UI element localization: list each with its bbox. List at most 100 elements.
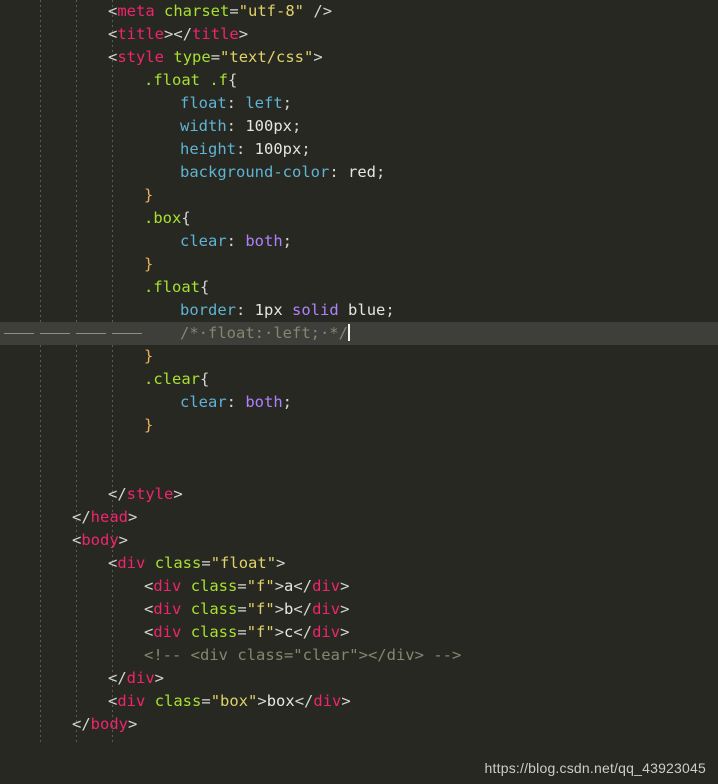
token-text: b [284, 600, 294, 618]
token-punc: : [226, 232, 246, 250]
token-punc [164, 48, 173, 66]
token-punc: > [128, 715, 138, 733]
code-line[interactable]: </style> [0, 483, 718, 506]
token-punc: = [210, 48, 221, 66]
code-line[interactable]: background-color: red; [0, 161, 718, 184]
token-sel: .box [144, 209, 182, 227]
token-punc: </ [293, 623, 313, 641]
code-line-text: </style> [0, 483, 183, 506]
token-str: "f" [246, 623, 275, 641]
token-punc: > [128, 508, 138, 526]
token-punc: : [236, 140, 255, 158]
code-line[interactable]: <!-- <div class="clear"></div> --> [0, 644, 718, 667]
token-punc [283, 301, 292, 319]
token-punc: { [181, 209, 191, 227]
code-line-text: <!-- <div class="clear"></div> --> [0, 644, 461, 667]
token-punc: { [200, 278, 210, 296]
token-punc: = [237, 600, 247, 618]
token-punc: ; [282, 94, 293, 112]
code-line[interactable]: .float{ [0, 276, 718, 299]
token-punc: > [340, 600, 350, 618]
code-line-text: border: 1px solid blue; [0, 299, 395, 322]
code-line-text: clear: both; [0, 391, 292, 414]
code-line-text: background-color: red; [0, 161, 385, 184]
code-line[interactable]: <div class="box">box</div> [0, 690, 718, 713]
token-tag: div [153, 600, 182, 618]
token-brace: } [144, 255, 154, 273]
code-line-active[interactable]: /*·float:·left;·*/ [0, 322, 718, 345]
token-punc: ; [301, 140, 311, 158]
code-line[interactable]: height: 100px; [0, 138, 718, 161]
code-line[interactable]: <div class="f">c</div> [0, 621, 718, 644]
code-line[interactable]: } [0, 345, 718, 368]
token-punc: > [313, 48, 323, 66]
token-punc: </ [108, 669, 127, 687]
token-punc: > [341, 692, 351, 710]
code-line[interactable]: <body> [0, 529, 718, 552]
code-line[interactable]: .float .f{ [0, 69, 718, 92]
token-punc: > [154, 669, 165, 687]
code-line-text: float: left; [0, 92, 292, 115]
code-line[interactable]: .clear{ [0, 368, 718, 391]
code-line[interactable]: <div class="f">b</div> [0, 598, 718, 621]
token-val: red [347, 163, 376, 181]
token-punc: > [340, 577, 350, 595]
token-punc: : [226, 94, 246, 112]
token-sel: .float [144, 278, 200, 296]
code-line[interactable]: clear: both; [0, 230, 718, 253]
token-punc: </ [108, 485, 127, 503]
code-line[interactable]: <div class="f">a</div> [0, 575, 718, 598]
code-line[interactable]: </div> [0, 667, 718, 690]
token-punc: < [108, 25, 118, 43]
token-brace: } [144, 416, 154, 434]
code-line[interactable]: float: left; [0, 92, 718, 115]
code-line[interactable]: </head> [0, 506, 718, 529]
code-line-text: </head> [0, 506, 137, 529]
token-punc: : [236, 301, 255, 319]
code-lines-container[interactable]: <meta charset="utf-8" /> <title></title> <… [0, 0, 718, 736]
token-punc: { [228, 71, 238, 89]
token-attr: type [173, 48, 211, 66]
token-kw: solid [292, 301, 339, 319]
code-line[interactable]: } [0, 253, 718, 276]
code-line-text: } [0, 414, 153, 437]
code-line[interactable]: <meta charset="utf-8" /> [0, 0, 718, 23]
token-punc: ; [375, 163, 386, 181]
token-kw: both [245, 232, 283, 250]
code-line[interactable]: } [0, 184, 718, 207]
code-line[interactable]: clear: both; [0, 391, 718, 414]
token-brace: } [144, 186, 154, 204]
token-val: 100px [245, 117, 293, 135]
code-line[interactable]: </body> [0, 713, 718, 736]
token-tag: title [117, 25, 165, 43]
code-line[interactable]: border: 1px solid blue; [0, 299, 718, 322]
token-cmt: <!-- <div class="clear"></div> --> [144, 646, 462, 664]
token-sel: .clear [144, 370, 200, 388]
token-cmt: /*·float:·left;·*/ [180, 324, 348, 342]
token-punc: < [144, 623, 154, 641]
code-line[interactable]: <style type="text/css"> [0, 46, 718, 69]
code-line[interactable]: width: 100px; [0, 115, 718, 138]
text-cursor [347, 324, 350, 341]
code-line[interactable] [0, 437, 718, 460]
code-line[interactable]: } [0, 414, 718, 437]
token-tag: body [90, 715, 128, 733]
code-line[interactable]: <div class="float"> [0, 552, 718, 575]
token-punc: : [226, 117, 246, 135]
token-tag: style [117, 48, 165, 66]
token-punc: </ [293, 577, 313, 595]
code-line[interactable]: .box{ [0, 207, 718, 230]
code-line-text: <body> [0, 529, 128, 552]
code-line-text: .float{ [0, 276, 209, 299]
token-str: "box" [210, 692, 258, 710]
code-editor[interactable]: <meta charset="utf-8" /> <title></title> <… [0, 0, 718, 784]
code-line[interactable]: <title></title> [0, 23, 718, 46]
token-punc [145, 554, 154, 572]
token-punc: < [108, 48, 118, 66]
token-punc: = [237, 577, 247, 595]
token-sel: .float .f [144, 71, 228, 89]
token-str: "utf-8" [238, 2, 305, 20]
token-punc: < [108, 2, 118, 20]
code-line[interactable] [0, 460, 718, 483]
code-line-text: .box{ [0, 207, 191, 230]
